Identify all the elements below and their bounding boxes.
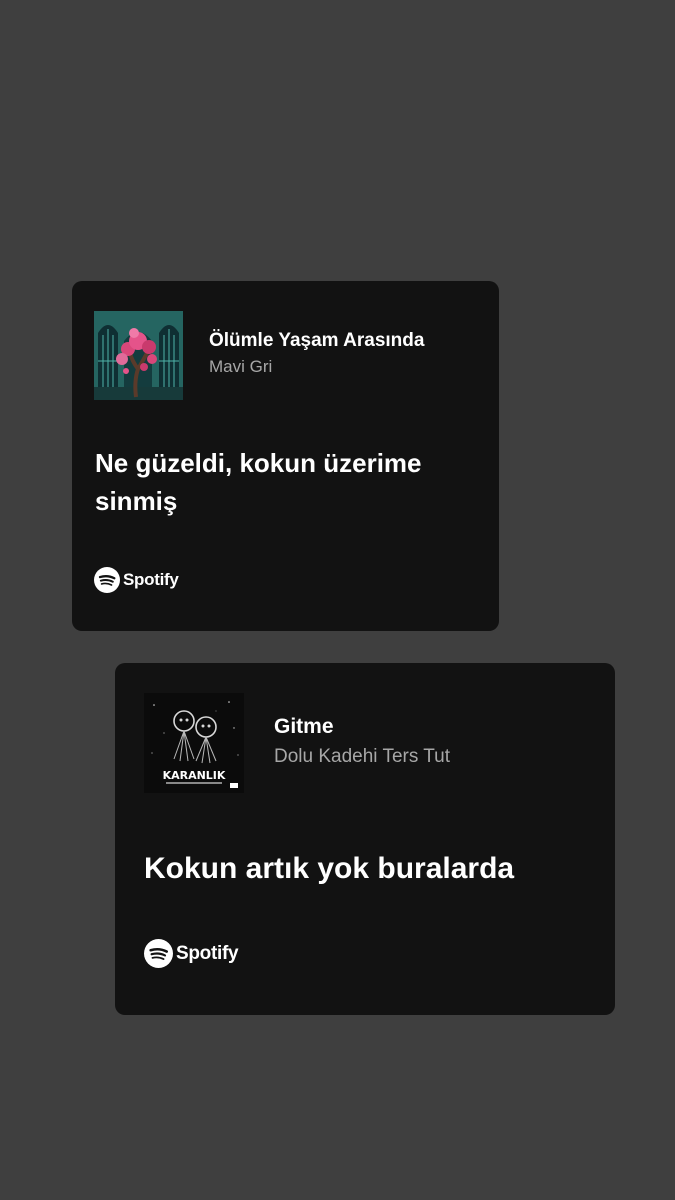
- cover-title-text: KARANLIK: [163, 769, 226, 782]
- album-cover: KARANLIK: [144, 693, 244, 793]
- track-title: Gitme: [274, 715, 334, 738]
- track-artist: Mavi Gri: [209, 357, 273, 376]
- spotify-wordmark: Spotify: [176, 942, 239, 964]
- album-cover: [94, 311, 183, 400]
- spotify-logo-icon: [144, 939, 173, 968]
- track-title: Ölümle Yaşam Arasında: [209, 330, 425, 351]
- spotify-logo-icon: [94, 567, 120, 593]
- lyric-text: Kokun artık yok buralarda: [144, 852, 515, 885]
- lyric-share-card[interactable]: KARANLIK Gitme Dolu Kadehi Ters Tut Koku…: [115, 663, 615, 1015]
- spotify-brand: Spotify: [94, 567, 179, 593]
- track-artist: Dolu Kadehi Ters Tut: [274, 746, 451, 767]
- lyric-text: Ne güzeldi, kokun üzerime sinmiş: [95, 448, 422, 516]
- lyric-share-card[interactable]: Ölümle Yaşam Arasında Mavi Gri Ne güzeld…: [72, 281, 499, 631]
- spotify-wordmark: Spotify: [123, 570, 179, 589]
- spotify-brand: Spotify: [144, 939, 239, 968]
